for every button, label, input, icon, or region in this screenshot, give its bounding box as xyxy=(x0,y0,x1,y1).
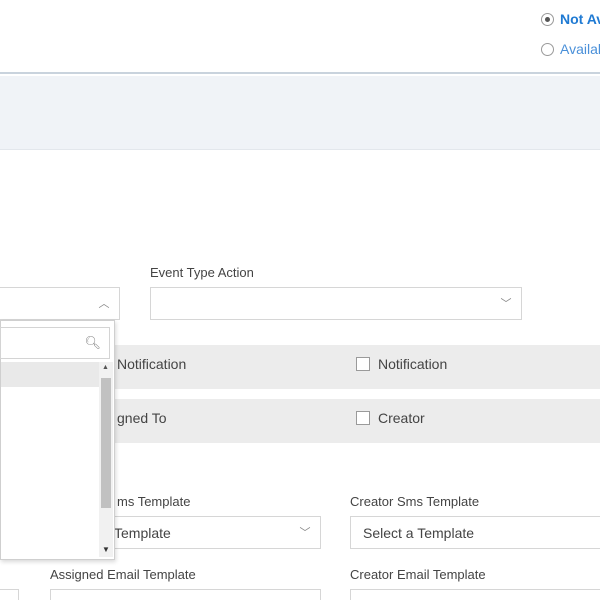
dropdown-search-input[interactable]: 🔍︎ xyxy=(0,327,110,359)
scrollbar-thumb[interactable] xyxy=(101,378,111,508)
status-available-label: Availab xyxy=(560,41,600,57)
creator-notification-label: Notification xyxy=(378,356,448,372)
assigned-notification-label: Notification xyxy=(117,356,187,372)
assigned-to-item: gned To xyxy=(117,410,167,426)
search-icon: 🔍︎ xyxy=(84,335,101,350)
dropdown-scrollbar[interactable]: ▲ ▼ xyxy=(99,362,113,557)
event-type-action-select[interactable]: ﹀ xyxy=(150,287,522,320)
left-partial-select[interactable] xyxy=(0,589,19,600)
radio-selected-icon[interactable] xyxy=(541,12,554,26)
scroll-down-arrow-icon[interactable]: ▼ xyxy=(102,545,110,554)
select-dropdown-panel[interactable]: 🔍︎ ▲ ▼ xyxy=(0,320,115,560)
assigned-sms-template-value: Template xyxy=(114,525,171,541)
creator-label: Creator xyxy=(378,410,425,426)
scroll-up-arrow-icon[interactable]: ▲ xyxy=(102,364,109,371)
status-available-option[interactable]: Availab xyxy=(541,41,600,57)
top-header: Not Av Availab xyxy=(0,0,600,74)
assigned-email-template-label: Assigned Email Template xyxy=(50,567,196,582)
creator-sms-template-value: Select a Template xyxy=(363,525,475,541)
creator-notification-item[interactable]: Notification xyxy=(356,356,447,372)
creator-notification-checkbox[interactable] xyxy=(356,357,370,371)
assigned-email-template-select[interactable] xyxy=(50,589,321,600)
status-not-available-label: Not Av xyxy=(560,11,600,27)
chevron-down-icon: ﹀ xyxy=(500,298,512,310)
chevron-down-icon: ﹀ xyxy=(299,527,311,539)
radio-unselected-icon[interactable] xyxy=(541,42,554,56)
creator-item[interactable]: Creator xyxy=(356,410,425,426)
creator-checkbox[interactable] xyxy=(356,411,370,425)
page-header-band xyxy=(0,76,600,150)
creator-email-template-label: Creator Email Template xyxy=(350,567,486,582)
creator-email-template-select[interactable] xyxy=(350,589,600,600)
event-type-action-label: Event Type Action xyxy=(150,265,254,280)
assigned-to-label: gned To xyxy=(117,410,167,426)
dropdown-option-highlighted[interactable] xyxy=(1,362,99,387)
assigned-notification-item: Notification xyxy=(117,356,186,372)
creator-sms-template-select[interactable]: Select a Template xyxy=(350,516,600,549)
assigned-sms-template-label: ms Template xyxy=(117,494,191,509)
event-type-select[interactable]: ︿ xyxy=(0,287,120,320)
status-not-available-option[interactable]: Not Av xyxy=(541,11,600,27)
creator-sms-template-label: Creator Sms Template xyxy=(350,494,480,509)
chevron-up-icon: ︿ xyxy=(98,298,110,310)
